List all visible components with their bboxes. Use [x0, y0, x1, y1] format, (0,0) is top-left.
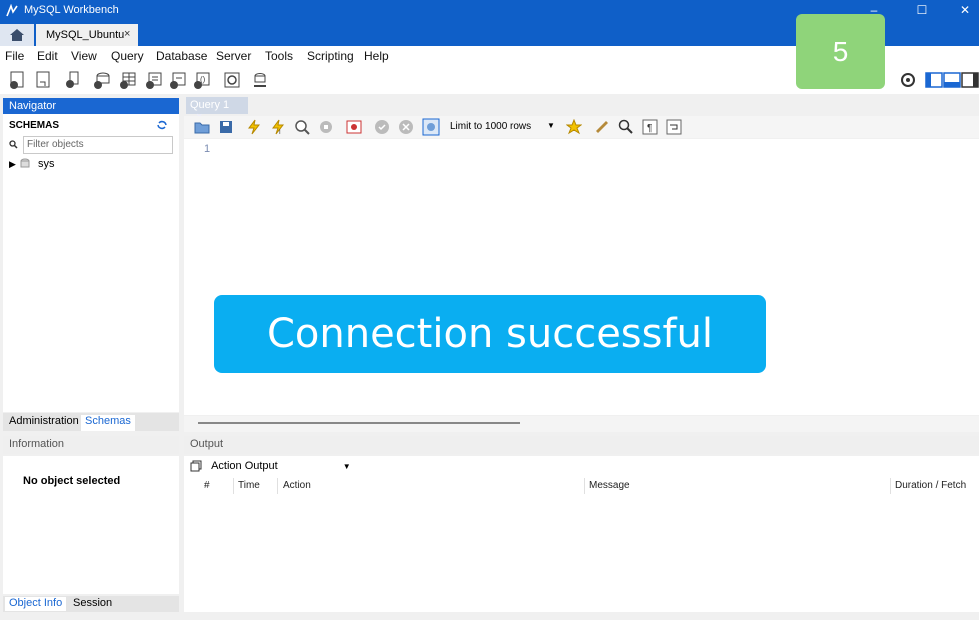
execute-icon[interactable]: [246, 119, 262, 135]
save-icon[interactable]: [218, 119, 234, 135]
column-header-message[interactable]: Message: [583, 478, 891, 494]
add-snippet-icon[interactable]: [566, 119, 582, 135]
tab-object-info[interactable]: Object Info: [5, 597, 67, 611]
svg-text:¶: ¶: [647, 123, 652, 134]
database-icon: [20, 158, 30, 168]
chevron-down-icon: ▼: [547, 121, 555, 130]
menu-file[interactable]: File: [5, 49, 24, 63]
search-table-data-icon[interactable]: [222, 70, 242, 90]
reconnect-icon[interactable]: [250, 70, 270, 90]
navigator-panel: SCHEMAS Filter objects ▶ sys: [3, 114, 179, 412]
filter-placeholder: Filter objects: [27, 139, 84, 150]
open-sql-script-icon[interactable]: [34, 70, 54, 90]
layout-toggles: [925, 72, 979, 91]
limit-rows-select[interactable]: Limit to 1000 rows ▼: [450, 119, 560, 135]
chevron-down-icon: ▼: [342, 462, 351, 471]
tab-close-icon[interactable]: ×: [124, 28, 130, 40]
menu-tools[interactable]: Tools: [265, 49, 293, 63]
scrollbar-thumb[interactable]: [198, 422, 520, 424]
menu-database[interactable]: Database: [156, 49, 207, 63]
filter-objects-input[interactable]: Filter objects: [23, 136, 173, 154]
new-sql-tab-icon[interactable]: [8, 70, 28, 90]
stop-icon[interactable]: [318, 119, 334, 135]
query-tab-label: Query 1: [190, 99, 230, 111]
open-folder-icon[interactable]: [194, 119, 210, 135]
menu-help[interactable]: Help: [364, 49, 389, 63]
search-icon: [9, 140, 18, 149]
output-type-value: Action Output: [211, 460, 278, 472]
autocommit-icon[interactable]: [422, 118, 440, 136]
create-view-icon[interactable]: [144, 70, 164, 90]
query-toolbar: I Limit to 1000 rows ▼ ¶: [184, 116, 979, 138]
tab-session[interactable]: Session: [69, 597, 116, 609]
menu-edit[interactable]: Edit: [37, 49, 58, 63]
refresh-icon[interactable]: [157, 120, 167, 130]
menu-scripting[interactable]: Scripting: [307, 49, 354, 63]
tab-query-1[interactable]: Query 1 ×: [186, 97, 248, 123]
horizontal-scrollbar[interactable]: [184, 416, 979, 432]
preferences-icon[interactable]: [900, 72, 916, 88]
navigator-tabs: Administration Schemas: [3, 413, 179, 431]
toggle-secondary-sidebar-icon[interactable]: [961, 72, 979, 88]
menu-query[interactable]: Query: [111, 49, 144, 63]
tree-item-sys[interactable]: ▶ sys: [9, 158, 55, 170]
limit-rows-value: Limit to 1000 rows: [450, 121, 532, 132]
toggle-sidebar-icon[interactable]: [925, 72, 943, 88]
explain-icon[interactable]: [294, 119, 310, 135]
no-object-message: No object selected: [23, 475, 121, 487]
tab-administration[interactable]: Administration: [5, 415, 83, 427]
create-function-icon[interactable]: (): [192, 70, 212, 90]
close-button[interactable]: ✕: [944, 0, 979, 22]
execute-current-icon[interactable]: I: [270, 119, 286, 135]
column-header-action[interactable]: Action: [277, 478, 585, 494]
create-schema-icon[interactable]: [92, 70, 112, 90]
copy-icon: [190, 460, 202, 472]
mysql-workbench-icon: [6, 4, 18, 17]
connection-success-toast: Connection successful: [214, 295, 766, 373]
column-header-time[interactable]: Time: [232, 478, 278, 494]
rollback-icon[interactable]: [398, 119, 414, 135]
output-header: Output: [184, 436, 979, 454]
home-tab[interactable]: [0, 24, 34, 46]
step-badge: 5: [796, 14, 885, 89]
tab-schemas[interactable]: Schemas: [81, 415, 135, 431]
tab-label: MySQL_Ubuntu: [46, 29, 125, 41]
create-procedure-icon[interactable]: [168, 70, 188, 90]
information-header: Information: [3, 436, 179, 454]
schema-name: sys: [38, 158, 55, 170]
window-title: MySQL Workbench: [24, 4, 119, 16]
information-panel: No object selected: [3, 456, 179, 594]
create-table-icon[interactable]: [118, 70, 138, 90]
toggle-error-stop-icon[interactable]: [346, 119, 362, 135]
query-tabs: Query 1 ×: [184, 96, 979, 123]
tab-mysql-ubuntu[interactable]: MySQL_Ubuntu ×: [36, 24, 138, 46]
schemas-title: SCHEMAS: [9, 120, 60, 131]
navigator-header: Navigator: [3, 98, 179, 114]
menu-view[interactable]: View: [71, 49, 97, 63]
output-type-select[interactable]: Action Output ▼: [190, 460, 351, 472]
word-wrap-icon[interactable]: [666, 119, 682, 135]
sql-editor[interactable]: 1: [184, 139, 979, 415]
menu-server[interactable]: Server: [216, 49, 251, 63]
find-icon[interactable]: [618, 119, 634, 135]
output-panel: Action Output ▼ # Time Action Message Du…: [184, 456, 979, 612]
commit-icon[interactable]: [374, 119, 390, 135]
maximize-button[interactable]: ☐: [901, 0, 943, 22]
invisible-characters-icon[interactable]: ¶: [642, 119, 658, 135]
information-tabs: Object Info Session: [3, 596, 179, 612]
column-header-number[interactable]: #: [198, 478, 234, 494]
line-number: 1: [204, 143, 211, 155]
schema-inspector-icon[interactable]: [62, 70, 82, 90]
expand-arrow-icon[interactable]: ▶: [9, 159, 16, 169]
column-header-duration[interactable]: Duration / Fetch: [889, 478, 977, 494]
svg-text:I: I: [279, 130, 281, 135]
beautify-icon[interactable]: [594, 119, 610, 135]
toggle-output-icon[interactable]: [943, 72, 961, 88]
home-icon: [10, 29, 24, 41]
